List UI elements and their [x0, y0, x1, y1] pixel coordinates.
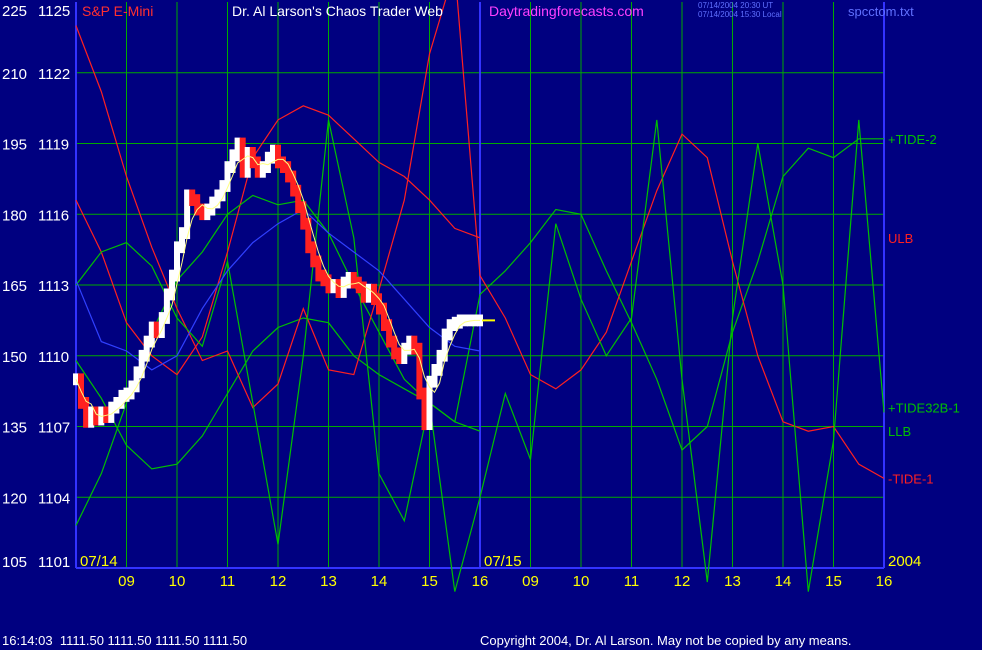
- x-tick-label: 15: [421, 573, 438, 590]
- series-label: ULB: [888, 231, 913, 246]
- chart: 225 1125210 1122195 1119180 1116165 1113150 11…: [0, 0, 982, 650]
- x-tick-label: 14: [775, 573, 792, 590]
- x-tick-label: 15: [825, 573, 842, 590]
- x-tick-label: 16: [472, 573, 489, 590]
- y-tick-outer: 165: [2, 278, 27, 295]
- x-tick-label: 16: [876, 573, 893, 590]
- y-tick-outer: 195: [2, 137, 27, 154]
- y-tick-outer: 180: [2, 207, 27, 224]
- y-tick-inner: 1104: [38, 490, 70, 507]
- copyright-notice: Copyright 2004, Dr. Al Larson. May not b…: [480, 633, 851, 648]
- x-tick-label: 10: [169, 573, 186, 590]
- quote-readout: 16:14:03 1111.50 1111.50 1111.50 1111.50: [2, 633, 247, 648]
- x-tick-label: 10: [573, 573, 590, 590]
- x-tick-label: 13: [724, 573, 741, 590]
- y-tick-inner: 1113: [38, 278, 69, 295]
- day-marker-label: 2004: [888, 553, 921, 570]
- day-marker-label: 07/14: [80, 553, 118, 570]
- y-tick-outer: 135: [2, 420, 27, 437]
- y-tick-inner: 1125: [38, 3, 70, 20]
- y-tick-inner: 1110: [38, 349, 69, 366]
- day-marker-label: 07/15: [484, 553, 522, 570]
- y-tick-inner: 1119: [38, 137, 69, 154]
- y-tick-outer: 150: [2, 349, 27, 366]
- y-tick-outer: 105: [2, 554, 27, 571]
- x-tick-label: 12: [674, 573, 691, 590]
- chart-title: Dr. Al Larson's Chaos Trader Web: [232, 3, 443, 19]
- timestamp-ut: 07/14/2004 20:30 UT: [698, 1, 773, 10]
- x-tick-label: 14: [371, 573, 388, 590]
- data-filename: spcctom.txt: [848, 4, 914, 19]
- site-link[interactable]: Daytradingforecasts.com: [489, 3, 644, 19]
- x-tick-label: 11: [624, 573, 640, 590]
- y-tick-outer: 210: [2, 66, 27, 83]
- y-tick-outer: 225: [2, 3, 27, 20]
- y-tick-inner: 1101: [38, 554, 70, 571]
- y-tick-outer: 120: [2, 490, 27, 507]
- timestamp-local: 07/14/2004 15:30 Local: [698, 10, 782, 19]
- y-tick-inner: 1122: [38, 66, 70, 83]
- x-tick-label: 12: [270, 573, 287, 590]
- y-tick-inner: 1107: [38, 420, 70, 437]
- x-tick-label: 11: [220, 573, 236, 590]
- instrument-label: S&P E-Mini: [82, 3, 153, 19]
- x-tick-label: 09: [118, 573, 135, 590]
- y-tick-inner: 1116: [38, 207, 69, 224]
- x-tick-label: 13: [320, 573, 337, 590]
- series-label: LLB: [888, 424, 911, 439]
- x-tick-label: 09: [522, 573, 539, 590]
- series-label: -TIDE-1: [888, 471, 934, 486]
- series-label: +TIDE-2: [888, 132, 937, 147]
- series-label: +TIDE32B-1: [888, 401, 960, 416]
